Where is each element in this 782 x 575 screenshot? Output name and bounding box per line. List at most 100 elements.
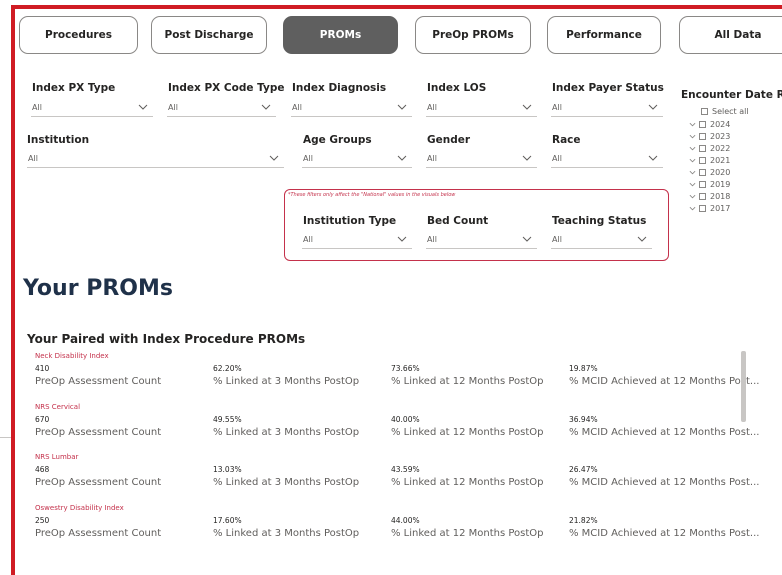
tab-all-data[interactable]: All Data xyxy=(679,16,782,54)
prom-list-scrollbar[interactable] xyxy=(741,351,746,422)
checkbox-icon[interactable] xyxy=(699,156,706,164)
preop-count-value: 410 xyxy=(35,364,50,373)
chevron-down-icon[interactable] xyxy=(688,179,696,189)
chevron-down-icon xyxy=(397,104,407,110)
preop-count-value: 670 xyxy=(35,415,50,424)
chevron-down-icon[interactable] xyxy=(688,155,696,165)
filter-label-index-diagnosis: Index Diagnosis xyxy=(292,82,387,94)
dropdown-institution[interactable]: All xyxy=(27,152,284,168)
checkbox-icon[interactable] xyxy=(699,120,706,128)
linked-3m-label: % Linked at 3 Months PostOp xyxy=(213,376,360,387)
linked-3m-value: 17.60% xyxy=(213,516,242,525)
prom-name: Oswestry Disability Index xyxy=(35,504,124,512)
date-item-2018[interactable]: 2018 xyxy=(688,191,730,201)
dropdown-value: All xyxy=(552,235,562,244)
tab-post-discharge[interactable]: Post Discharge xyxy=(151,16,267,54)
date-year-label: 2022 xyxy=(710,143,731,153)
date-item-2024[interactable]: 2024 xyxy=(688,119,730,129)
date-select-all[interactable]: Select all xyxy=(701,106,749,116)
date-year-label: 2021 xyxy=(710,155,731,165)
tab-preop-proms[interactable]: PreOp PROMs xyxy=(415,16,531,54)
chevron-down-icon[interactable] xyxy=(688,167,696,177)
linked-3m-label: % Linked at 3 Months PostOp xyxy=(213,427,360,438)
linked-3m-label: % Linked at 3 Months PostOp xyxy=(213,477,360,488)
filter-label-bed-count: Bed Count xyxy=(427,215,489,227)
dropdown-value: All xyxy=(303,235,313,244)
mcid-12m-value: 19.87% xyxy=(569,364,598,373)
preop-count-label: PreOp Assessment Count xyxy=(35,376,162,387)
dropdown-institution-type[interactable]: All xyxy=(302,233,412,249)
date-item-2020[interactable]: 2020 xyxy=(688,167,730,177)
linked-3m-label: % Linked at 3 Months PostOp xyxy=(213,528,360,539)
date-year-label: 2020 xyxy=(710,167,731,177)
dropdown-index-px-code-type[interactable]: All xyxy=(167,101,276,117)
filter-label-index-px-code-type: Index PX Code Type xyxy=(168,82,285,94)
filter-label-institution: Institution xyxy=(27,134,90,146)
tab-performance[interactable]: Performance xyxy=(547,16,661,54)
dropdown-bed-count[interactable]: All xyxy=(426,233,537,249)
date-item-2023[interactable]: 2023 xyxy=(688,131,730,141)
tab-procedures[interactable]: Procedures xyxy=(19,16,138,54)
checkbox-icon[interactable] xyxy=(701,107,708,115)
linked-12m-label: % Linked at 12 Months PostOp xyxy=(391,528,544,539)
chevron-down-icon[interactable] xyxy=(688,119,696,129)
dropdown-index-payer-status[interactable]: All xyxy=(551,101,663,117)
linked-12m-value: 43.59% xyxy=(391,465,420,474)
date-year-label: 2018 xyxy=(710,191,731,201)
filter-label-institution-type: Institution Type xyxy=(303,215,397,227)
linked-12m-value: 44.00% xyxy=(391,516,420,525)
dropdown-value: All xyxy=(32,103,42,112)
date-item-2022[interactable]: 2022 xyxy=(688,143,730,153)
dropdown-index-diagnosis[interactable]: All xyxy=(291,101,412,117)
date-year-label: 2019 xyxy=(710,179,731,189)
dropdown-race[interactable]: All xyxy=(551,152,663,168)
dropdown-age-groups[interactable]: All xyxy=(302,152,412,168)
linked-3m-value: 49.55% xyxy=(213,415,242,424)
dropdown-index-px-type[interactable]: All xyxy=(31,101,153,117)
linked-3m-value: 13.03% xyxy=(213,465,242,474)
dropdown-value: All xyxy=(427,103,437,112)
linked-12m-label: % Linked at 12 Months PostOp xyxy=(391,376,544,387)
dropdown-value: All xyxy=(168,103,178,112)
checkbox-icon[interactable] xyxy=(699,192,706,200)
chevron-down-icon xyxy=(261,104,271,110)
filter-label-age-groups: Age Groups xyxy=(303,134,372,146)
dropdown-teaching-status[interactable]: All xyxy=(551,233,652,249)
chevron-down-icon[interactable] xyxy=(688,143,696,153)
mcid-12m-label: % MCID Achieved at 12 Months Post... xyxy=(569,528,760,539)
date-year-label: 2017 xyxy=(710,203,731,213)
date-item-2021[interactable]: 2021 xyxy=(688,155,730,165)
checkbox-icon[interactable] xyxy=(699,132,706,140)
checkbox-icon[interactable] xyxy=(699,168,706,176)
date-select-all-label: Select all xyxy=(712,106,749,116)
linked-12m-value: 40.00% xyxy=(391,415,420,424)
mcid-12m-label: % MCID Achieved at 12 Months Post... xyxy=(569,376,760,387)
chevron-down-icon xyxy=(522,155,532,161)
chevron-down-icon xyxy=(522,236,532,242)
filter-label-teaching-status: Teaching Status xyxy=(552,215,647,227)
chevron-down-icon[interactable] xyxy=(688,131,696,141)
chevron-down-icon xyxy=(648,155,658,161)
prom-name: Neck Disability Index xyxy=(35,352,109,360)
date-year-label: 2023 xyxy=(710,131,731,141)
checkbox-icon[interactable] xyxy=(699,204,706,212)
linked-12m-label: % Linked at 12 Months PostOp xyxy=(391,477,544,488)
date-item-2019[interactable]: 2019 xyxy=(688,179,730,189)
chevron-down-icon xyxy=(397,236,407,242)
dropdown-value: All xyxy=(427,154,437,163)
chevron-down-icon[interactable] xyxy=(688,191,696,201)
checkbox-icon[interactable] xyxy=(699,180,706,188)
section-title: Your Paired with Index Procedure PROMs xyxy=(27,332,306,346)
preop-count-label: PreOp Assessment Count xyxy=(35,477,162,488)
linked-3m-value: 62.20% xyxy=(213,364,242,373)
date-item-2017[interactable]: 2017 xyxy=(688,203,730,213)
dropdown-value: All xyxy=(292,103,302,112)
checkbox-icon[interactable] xyxy=(699,144,706,152)
dropdown-gender[interactable]: All xyxy=(426,152,537,168)
chevron-down-icon xyxy=(637,236,647,242)
filter-label-index-payer-status: Index Payer Status xyxy=(552,82,664,94)
filter-label-race: Race xyxy=(552,134,581,146)
tab-proms[interactable]: PROMs xyxy=(283,16,398,54)
chevron-down-icon[interactable] xyxy=(688,203,696,213)
dropdown-index-los[interactable]: All xyxy=(426,101,537,117)
